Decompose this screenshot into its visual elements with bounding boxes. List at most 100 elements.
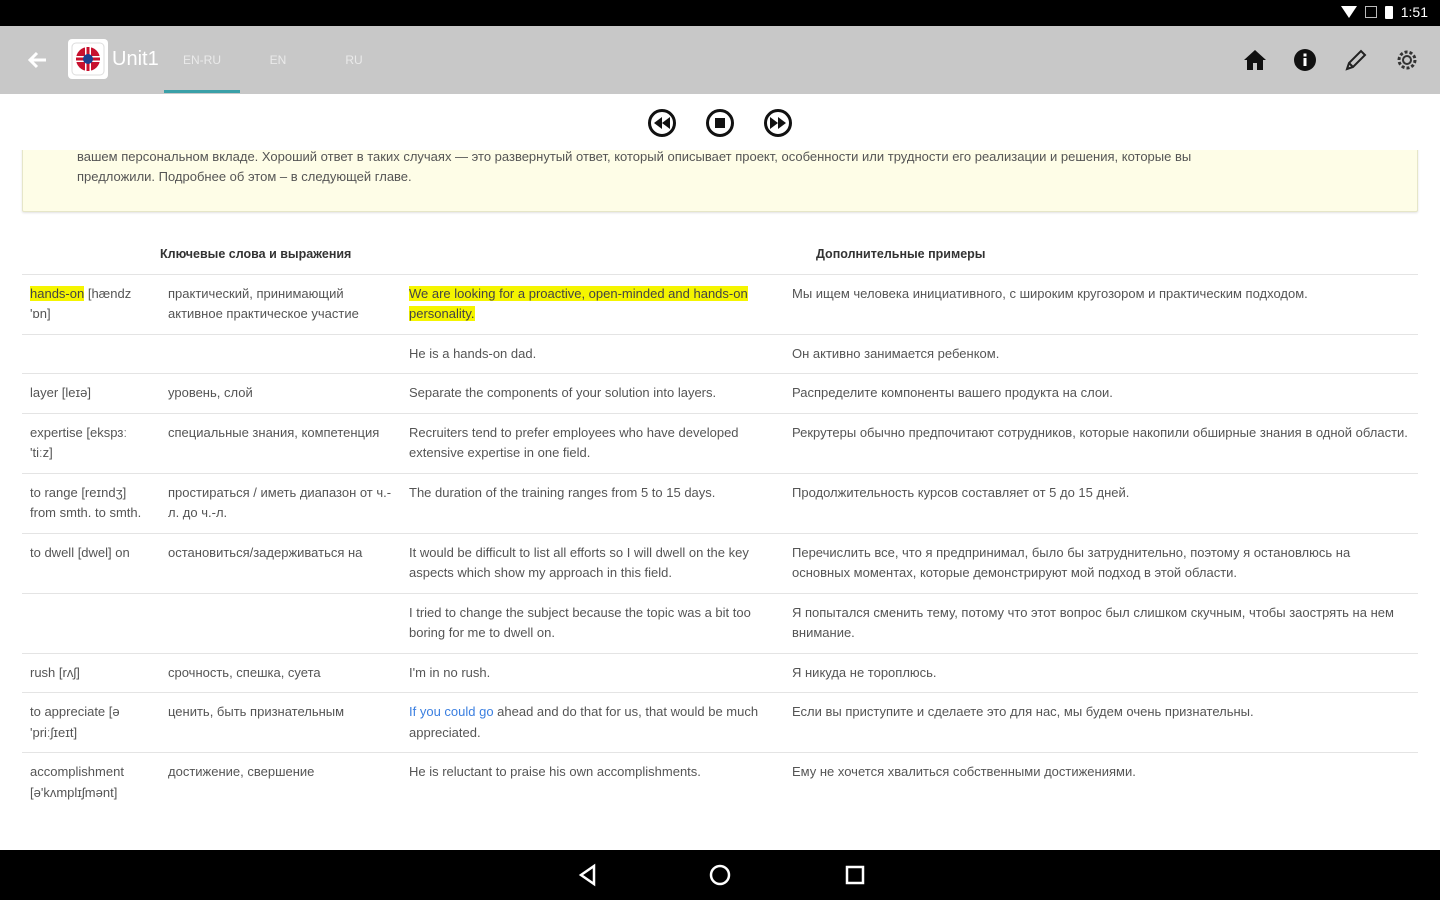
table-header-row: Ключевые слова и выражения Дополнительны… <box>22 234 1418 275</box>
signal-icon <box>1364 6 1377 18</box>
active-tab-indicator <box>164 90 240 93</box>
table-body: hands-on [hændz 'ɒn] практический, приним… <box>22 273 1418 812</box>
meaning-cell: специальные знания, компетенция <box>160 412 401 473</box>
term-cell: to appreciate [ə 'priːʃɪeɪt] <box>22 692 160 753</box>
term-cell: layer [leɪə] <box>22 373 160 413</box>
navigation-bar <box>0 850 1440 900</box>
meaning-cell: достижение, свершение <box>160 752 401 812</box>
meaning-cell: срочность, спешка, суета <box>160 652 401 693</box>
table-row: He is a hands-on dad. Он активно занимает… <box>22 333 1418 374</box>
status-icons: 1:51 <box>1340 4 1428 20</box>
translation-cell: Продолжительность курсов составляет от 5… <box>784 472 1418 533</box>
example-cell: I'm in no rush. <box>401 652 784 693</box>
example-cell: If you could go ahead and do that for us… <box>401 692 784 753</box>
translation-cell: Если вы приступите и сделаете это для на… <box>784 692 1418 753</box>
tab-ru[interactable]: RU <box>331 53 377 67</box>
header-keywords: Ключевые слова и выражения <box>160 234 401 275</box>
example-text: He is a hands-on dad. <box>409 345 537 361</box>
table-row: to dwell [dwel] on остановиться/задержива… <box>22 532 1418 593</box>
example-text: It would be difficult to list all effort… <box>409 544 749 581</box>
term-text: layer [leɪə] <box>30 385 91 400</box>
table-row: expertise [ekspɜː 'tiːz] специальные знан… <box>22 412 1418 473</box>
note-text: вашем персональном вкладе. Хороший ответ… <box>77 150 1377 187</box>
translation-cell: Ему не хочется хвалиться собственными до… <box>784 752 1418 812</box>
example-highlight: We are looking for a proactive, open-min… <box>409 285 748 321</box>
term-cell: accomplishment [ə'kʌmplɪʃmənt] <box>22 752 160 812</box>
example-cell: Separate the components of your solution… <box>401 373 784 413</box>
table-row: rush [rʌʃ] срочность, спешка, суета I'm in… <box>22 652 1418 693</box>
example-link[interactable]: If you could go <box>409 704 494 719</box>
meaning-cell <box>160 333 401 374</box>
translation-cell: Я попытался сменить тему, потому что это… <box>784 592 1418 653</box>
term-cell: to dwell [dwel] on <box>22 532 160 593</box>
example-text: The duration of the training ranges from… <box>409 484 716 500</box>
meaning-cell: практический, принимающий активное практ… <box>160 273 401 334</box>
home-icon[interactable] <box>1240 45 1270 75</box>
pencil-icon[interactable] <box>1341 45 1371 75</box>
example-text: Separate the components of your solution… <box>409 385 717 400</box>
back-arrow-icon[interactable] <box>24 46 52 74</box>
meaning-cell <box>160 592 401 653</box>
meaning-cell: ценить, быть признательным <box>160 692 401 753</box>
back-nav-icon[interactable] <box>576 863 600 887</box>
table-row: hands-on [hændz 'ɒn] практический, приним… <box>22 273 1418 334</box>
lesson-content[interactable]: вашем персональном вкладе. Хороший ответ… <box>0 150 1440 850</box>
term-text: expertise [ekspɜː 'tiːz] <box>30 424 128 461</box>
table-row: layer [leɪə] уровень, слой Separate the co… <box>22 373 1418 413</box>
term-cell: expertise [ekspɜː 'tiːz] <box>22 412 160 473</box>
term-text: accomplishment [ə'kʌmplɪʃmənt] <box>30 764 124 800</box>
gear-icon[interactable] <box>1392 45 1422 75</box>
translation-cell: Я никуда не тороплюсь. <box>784 652 1418 693</box>
translation-cell: Он активно занимается ребенком. <box>784 333 1418 374</box>
term-text: to appreciate [ə 'priːʃɪeɪt] <box>30 704 120 740</box>
term-cell: to range [reɪndʒ] from smth. to smth. <box>22 472 160 533</box>
info-icon[interactable] <box>1290 45 1320 75</box>
stop-icon[interactable] <box>706 109 734 137</box>
term-cell: hands-on [hændz 'ɒn] <box>22 273 160 334</box>
toolbar: Unit1 EN-RU EN RU <box>0 26 1440 94</box>
table-row: I tried to change the subject because th… <box>22 592 1418 653</box>
example-cell: We are looking for a proactive, open-min… <box>401 273 784 334</box>
term-highlight: hands-on <box>30 285 85 301</box>
unit-title: Unit1 <box>112 48 159 70</box>
fast-forward-icon[interactable] <box>764 109 792 137</box>
example-cell: It would be difficult to list all effort… <box>401 532 784 593</box>
example-text: He is reluctant to praise his own accomp… <box>409 764 701 779</box>
term-cell: rush [rʌʃ] <box>22 652 160 693</box>
example-cell: The duration of the training ranges from… <box>401 472 784 533</box>
app-logo <box>68 39 108 79</box>
example-cell: I tried to change the subject because th… <box>401 592 784 653</box>
example-text: I tried to change the subject because th… <box>409 604 751 641</box>
recents-nav-icon[interactable] <box>843 863 867 887</box>
vocabulary-table: Ключевые слова и выражения Дополнительны… <box>22 234 1418 812</box>
meaning-cell: уровень, слой <box>160 373 401 413</box>
example-cell: He is a hands-on dad. <box>401 333 784 374</box>
status-time: 1:51 <box>1400 4 1428 20</box>
tab-en-ru[interactable]: EN-RU <box>176 53 228 67</box>
example-text: I'm in no rush. <box>409 664 491 680</box>
example-cell: Recruiters tend to prefer employees who … <box>401 412 784 473</box>
meaning-cell: остановиться/задерживаться на <box>160 532 401 593</box>
header-examples: Дополнительные примеры <box>784 234 1418 275</box>
status-bar: 1:51 <box>0 0 1440 26</box>
media-controls <box>0 94 1440 150</box>
battery-icon <box>1384 5 1393 19</box>
term-text: to dwell [dwel] on <box>30 544 130 560</box>
rewind-icon[interactable] <box>648 109 676 137</box>
tab-en[interactable]: EN <box>255 53 301 67</box>
table-row: to appreciate [ə 'priːʃɪeɪt] ценить, быть… <box>22 692 1418 753</box>
example-cell: He is reluctant to praise his own accomp… <box>401 752 784 812</box>
term-text: rush [rʌʃ] <box>30 664 80 680</box>
term-cell <box>22 592 160 653</box>
wifi-icon <box>1340 6 1357 18</box>
home-nav-icon[interactable] <box>708 863 732 887</box>
table-row: accomplishment [ə'kʌmplɪʃmənt] достижение… <box>22 752 1418 812</box>
translation-cell: Рекрутеры обычно предпочитают сотруднико… <box>784 412 1418 473</box>
note-line-1: вашем персональном вкладе. Хороший ответ… <box>77 150 1192 164</box>
translation-cell: Мы ищем человека инициативного, с широки… <box>784 273 1418 334</box>
translation-cell: Распределите компоненты вашего продукта … <box>784 373 1418 413</box>
translation-cell: Перечислить все, что я предпринимал, был… <box>784 532 1418 593</box>
note-box: вашем персональном вкладе. Хороший ответ… <box>22 150 1418 212</box>
note-line-2: предложили. Подробнее об этом – в следую… <box>77 169 412 184</box>
term-text: to range [reɪndʒ] from smth. to smth. <box>30 484 142 521</box>
